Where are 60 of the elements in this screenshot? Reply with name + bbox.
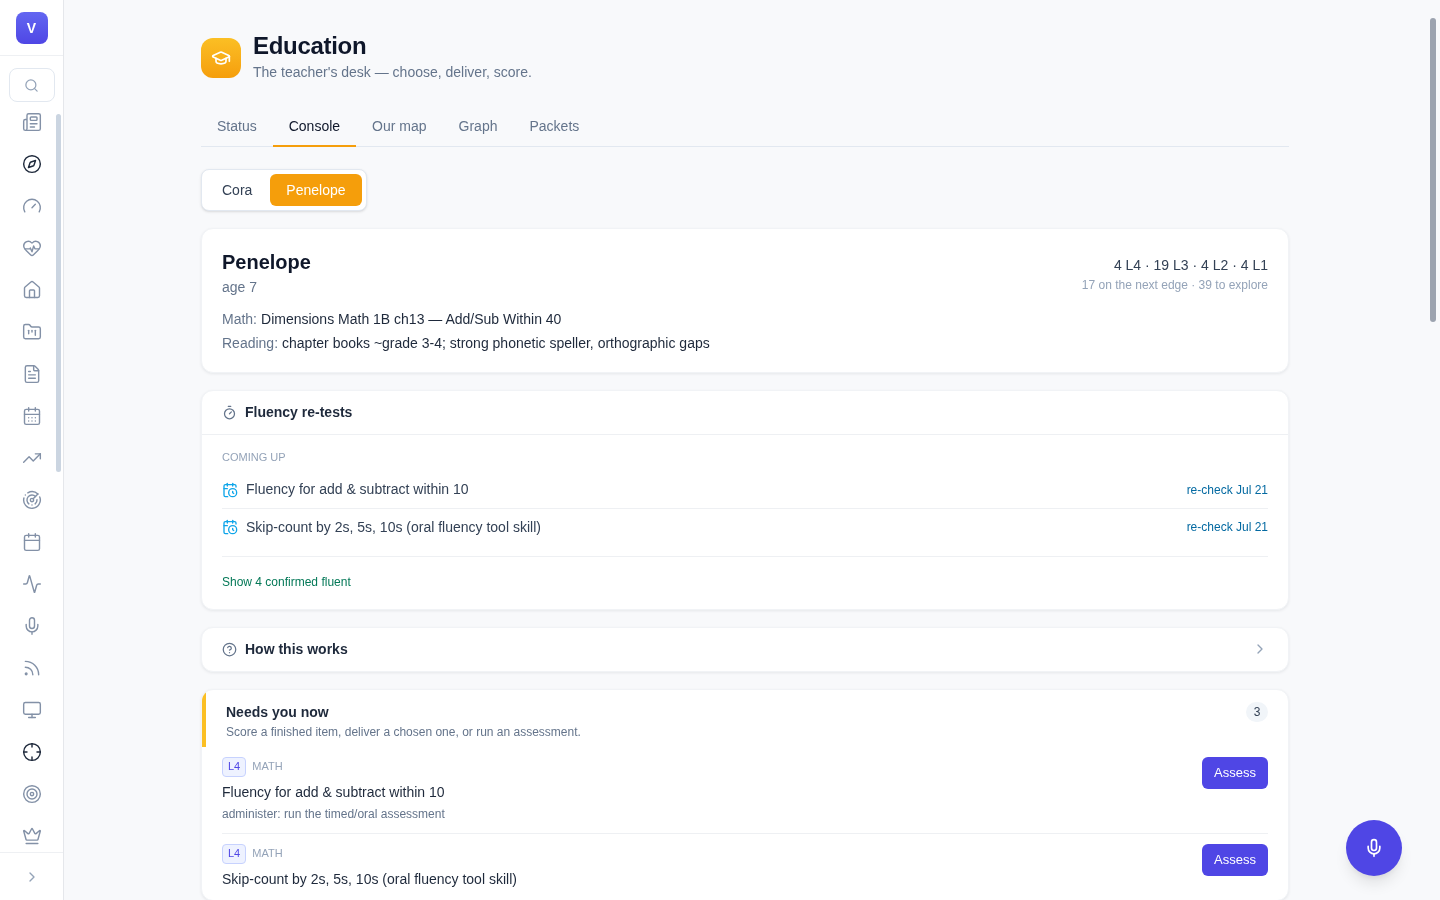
card-title: Fluency re-tests xyxy=(245,403,353,422)
newspaper-icon[interactable] xyxy=(21,112,42,132)
subject-label: MATH xyxy=(252,846,283,862)
stopwatch-icon xyxy=(222,405,237,420)
help-icon xyxy=(222,641,237,657)
field-value: Dimensions Math 1B ch13 — Add/Sub Within 40 xyxy=(261,310,562,328)
level-tag: L4 xyxy=(222,843,247,864)
tab[interactable]: Graph xyxy=(442,107,514,147)
recheck-date: re-check Jul 21 xyxy=(1186,481,1268,499)
monitor-icon[interactable] xyxy=(21,700,42,720)
item-name: Fluency for add & subtract within 10 xyxy=(222,782,445,802)
crown-icon[interactable] xyxy=(21,826,42,846)
assess-button[interactable]: Assess xyxy=(1202,756,1268,789)
microphone-button[interactable] xyxy=(1346,820,1402,876)
field-label: Reading: xyxy=(222,334,279,352)
assess-button[interactable]: Assess xyxy=(1202,843,1268,876)
tab[interactable]: Our map xyxy=(356,107,443,147)
card-subtitle: Score a finished item, deliver a chosen one, or run an assessment. xyxy=(226,723,581,741)
section-label: COMING UP xyxy=(222,450,287,465)
search-button[interactable] xyxy=(8,68,55,102)
calendar-clock-icon xyxy=(222,481,238,498)
tab[interactable]: Packets xyxy=(513,107,596,147)
graduation-cap-icon xyxy=(201,37,241,78)
compass-icon[interactable] xyxy=(21,154,42,174)
show-fluent-link[interactable]: Show 4 confirmed fluent xyxy=(222,572,351,591)
microphone-icon xyxy=(1364,838,1384,858)
heart-pulse-icon[interactable] xyxy=(21,238,42,258)
calendar-icon[interactable] xyxy=(21,532,42,552)
pulse-icon[interactable] xyxy=(21,574,42,594)
scrollbar-thumb[interactable] xyxy=(56,114,61,472)
search-icon xyxy=(24,77,39,93)
home-icon[interactable] xyxy=(21,280,42,300)
field-value: chapter books ~grade 3-4; strong phonetic speller, orthographic gaps xyxy=(282,334,710,352)
calendar-icon[interactable] xyxy=(21,406,42,426)
how-this-works-panel[interactable]: How this works xyxy=(201,626,1289,672)
recheck-date: re-check Jul 21 xyxy=(1186,519,1268,536)
student-name: Penelope xyxy=(222,250,311,275)
page-subtitle: The teacher's desk — choose, deliver, score. xyxy=(253,63,532,82)
calendar-clock-icon xyxy=(222,519,238,535)
tab[interactable]: Status xyxy=(201,107,273,147)
page-title: Education xyxy=(253,32,368,60)
crosshair-icon[interactable] xyxy=(21,742,42,762)
student-age: age 7 xyxy=(222,278,259,297)
field-label: Math: xyxy=(222,310,257,328)
folder-icon[interactable] xyxy=(21,322,42,342)
subject-label: MATH xyxy=(252,759,283,775)
fluency-item: Fluency for add & subtract within 10 xyxy=(246,480,470,499)
student-toggle[interactable]: Cora xyxy=(206,174,269,206)
fluency-item: Skip-count by 2s, 5s, 10s (oral fluency tool skill) xyxy=(246,517,542,537)
radar-icon[interactable] xyxy=(21,490,42,510)
card-title: Needs you now xyxy=(226,702,330,722)
count-badge: 3 xyxy=(1246,701,1268,722)
level-tag: L4 xyxy=(222,756,247,777)
target-icon[interactable] xyxy=(21,784,42,804)
level-counts: 4 L4 · 19 L3 · 4 L2 · 4 L1 xyxy=(1112,256,1268,275)
item-name: Skip-count by 2s, 5s, 10s (oral fluency tool skill) xyxy=(222,869,517,889)
app-logo[interactable]: V xyxy=(15,11,48,44)
item-note: administer: run the timed/oral assessment xyxy=(222,805,445,823)
level-summary: 17 on the next edge · 39 to explore xyxy=(1081,277,1268,294)
tab[interactable]: Console xyxy=(272,107,357,147)
